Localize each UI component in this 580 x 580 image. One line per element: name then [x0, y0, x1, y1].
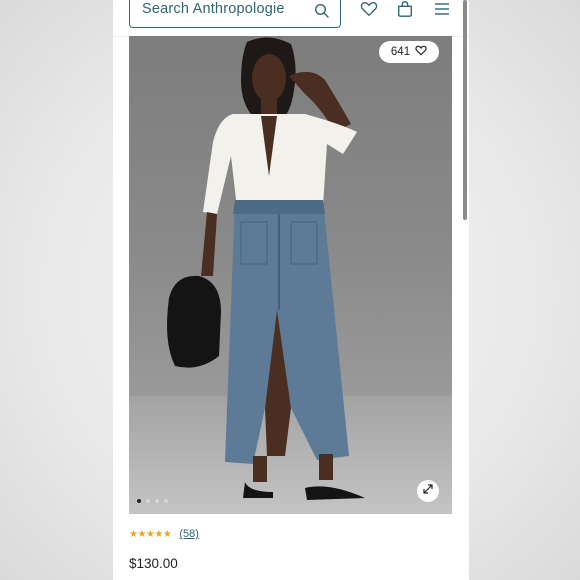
- heart-outline-icon: [415, 45, 427, 59]
- bag-icon[interactable]: [396, 0, 414, 23]
- product-price: $130.00: [129, 556, 178, 571]
- carousel-dots: [137, 499, 168, 503]
- review-count-link[interactable]: (58): [179, 528, 199, 540]
- like-button[interactable]: 641: [379, 41, 439, 63]
- carousel-dot[interactable]: [146, 499, 150, 503]
- carousel-dot[interactable]: [155, 499, 159, 503]
- carousel-dot[interactable]: [164, 499, 168, 503]
- site-header: Search Anthropologie: [113, 0, 469, 37]
- model-illustration: [167, 37, 365, 500]
- product-image[interactable]: 641: [129, 36, 452, 514]
- expand-image-button[interactable]: [417, 480, 439, 502]
- product-page: Search Anthropologie 641 ★★★★★ (58) $130…: [113, 0, 469, 580]
- search-placeholder: Search Anthropologie: [142, 1, 285, 17]
- menu-icon[interactable]: [434, 2, 450, 21]
- expand-icon: [422, 482, 434, 500]
- carousel-dot[interactable]: [137, 499, 141, 503]
- product-rating: ★★★★★ (58): [129, 528, 199, 540]
- heart-icon[interactable]: [360, 0, 378, 23]
- like-count: 641: [390, 46, 411, 58]
- scrollbar[interactable]: [463, 0, 467, 220]
- search-icon[interactable]: [314, 3, 330, 24]
- star-rating-icon: ★★★★★: [129, 528, 172, 540]
- search-input[interactable]: Search Anthropologie: [129, 0, 341, 28]
